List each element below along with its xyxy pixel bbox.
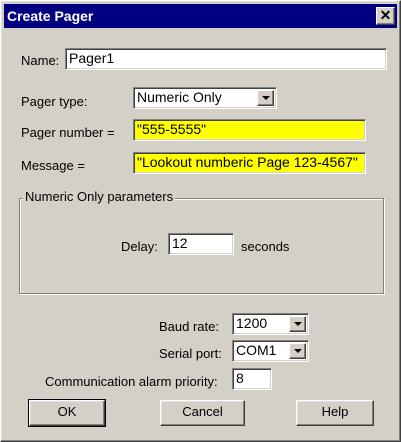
baud-rate-label: Baud rate: xyxy=(159,319,219,334)
pager-type-select[interactable]: Numeric Only xyxy=(133,87,277,109)
delay-input[interactable]: 12 xyxy=(168,233,234,255)
serial-port-value: COM1 xyxy=(236,342,277,358)
name-input[interactable]: Pager1 xyxy=(65,48,387,70)
close-button[interactable]: ✕ xyxy=(376,7,395,25)
baud-rate-select[interactable]: 1200 xyxy=(232,313,309,335)
close-icon: ✕ xyxy=(379,7,392,23)
delay-label: Delay: xyxy=(121,239,158,254)
cancel-button[interactable]: Cancel xyxy=(160,400,245,426)
numeric-params-title: Numeric Only parameters xyxy=(23,189,176,204)
pager-type-label: Pager type: xyxy=(21,94,88,109)
name-label: Name: xyxy=(21,53,60,68)
pager-type-dropdown-arrow-icon[interactable] xyxy=(257,90,274,106)
message-label: Message = xyxy=(21,158,85,173)
pager-number-label: Pager number = xyxy=(21,125,115,140)
message-input[interactable]: "Lookout numberic Page 123-4567" xyxy=(133,152,366,174)
baud-rate-value: 1200 xyxy=(236,315,268,331)
pager-type-value: Numeric Only xyxy=(137,89,222,105)
help-button[interactable]: Help xyxy=(296,400,374,426)
delay-unit-label: seconds xyxy=(241,239,290,254)
dialog-title: Create Pager xyxy=(7,8,94,24)
baud-rate-dropdown-arrow-icon[interactable] xyxy=(289,316,306,332)
alarm-priority-input[interactable]: 8 xyxy=(232,368,272,390)
title-bar: Create Pager ✕ xyxy=(4,4,397,28)
serial-port-select[interactable]: COM1 xyxy=(232,340,309,362)
alarm-priority-label: Communication alarm priority: xyxy=(45,374,218,389)
serial-port-label: Serial port: xyxy=(159,346,222,361)
ok-button[interactable]: OK xyxy=(28,399,106,427)
create-pager-dialog: Create Pager ✕ Name: Pager1 Pager type: … xyxy=(0,0,401,442)
serial-port-dropdown-arrow-icon[interactable] xyxy=(289,343,306,359)
pager-number-input[interactable]: "555-5555" xyxy=(133,119,366,141)
